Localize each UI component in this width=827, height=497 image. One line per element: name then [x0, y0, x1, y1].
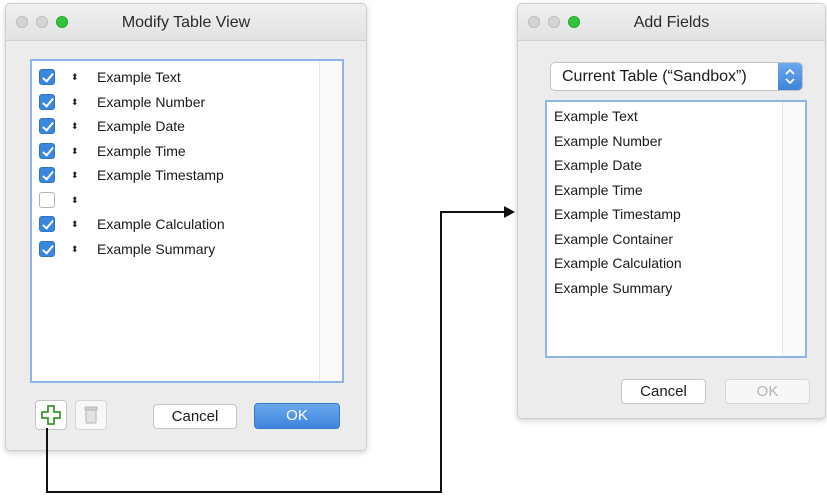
- field-visible-checkbox[interactable]: [39, 191, 55, 208]
- field-row[interactable]: ⬍ Example Calculation: [32, 214, 322, 234]
- field-row[interactable]: ⬍ Example Number: [32, 92, 322, 112]
- available-field-item[interactable]: Example Calculation: [554, 255, 682, 271]
- field-row[interactable]: ⬍ Example Timestamp: [32, 165, 322, 185]
- field-row-label: Example Timestamp: [97, 167, 224, 183]
- field-visible-checkbox[interactable]: [39, 216, 55, 232]
- select-stepper-icon: [778, 63, 802, 90]
- field-visible-checkbox[interactable]: [39, 240, 55, 257]
- field-row-label: Example Text: [97, 69, 181, 85]
- add-fields-cancel-button[interactable]: Cancel: [621, 379, 706, 404]
- cancel-button[interactable]: Cancel: [153, 404, 237, 429]
- field-row-label: Example Summary: [97, 240, 216, 257]
- available-field-item[interactable]: Example Number: [554, 133, 662, 149]
- available-field-item[interactable]: Example Timestamp: [554, 206, 681, 222]
- add-field-button[interactable]: [35, 400, 67, 430]
- reorder-handle-icon[interactable]: ⬍: [71, 116, 79, 136]
- field-row-label: Example Time: [97, 142, 186, 159]
- table-select-value: Current Table (“Sandbox”): [562, 68, 747, 85]
- available-field-item[interactable]: Example Time: [554, 182, 643, 198]
- modify-window-title: Modify Table View: [121, 14, 251, 31]
- field-visible-checkbox[interactable]: [39, 93, 55, 110]
- field-visible-checkbox[interactable]: [39, 142, 55, 159]
- reorder-handle-icon[interactable]: ⬍: [71, 92, 79, 112]
- table-select[interactable]: Current Table (“Sandbox”): [550, 62, 803, 91]
- add-fields-window: Add Fields Current Table (“Sandbox”) Exa…: [517, 3, 826, 419]
- available-field-item[interactable]: Example Text: [554, 108, 638, 124]
- modify-table-view-window: Modify Table View ⬍ Example Text ⬍ Example …: [5, 3, 367, 451]
- reorder-handle-icon[interactable]: ⬍: [71, 190, 79, 210]
- field-row[interactable]: ⬍ Example Time: [32, 141, 322, 161]
- available-field-item[interactable]: Example Date: [554, 157, 642, 173]
- field-visible-checkbox[interactable]: [39, 69, 55, 85]
- field-row[interactable]: ⬍ Example Summary: [32, 239, 322, 259]
- reorder-handle-icon[interactable]: ⬍: [71, 214, 79, 234]
- field-row[interactable]: ⬍ Example Text: [32, 67, 322, 87]
- reorder-handle-icon[interactable]: ⬍: [71, 239, 79, 259]
- add-fields-titlebar: Add Fields: [518, 4, 825, 41]
- reorder-handle-icon[interactable]: ⬍: [71, 141, 79, 161]
- field-row-label: Example Number: [97, 93, 206, 110]
- delete-field-button[interactable]: [75, 400, 107, 430]
- field-visible-checkbox[interactable]: [39, 167, 55, 183]
- available-fields-list[interactable]: Example Text Example Number Example Date Ex…: [545, 100, 807, 358]
- field-row-label: Example Calculation: [97, 216, 225, 232]
- modify-window-titlebar: Modify Table View: [6, 4, 366, 41]
- add-fields-title: Add Fields: [633, 14, 710, 31]
- available-field-item[interactable]: Example Summary: [554, 280, 672, 296]
- plus-icon: [41, 405, 61, 425]
- field-row[interactable]: ⬍ Example Date: [32, 116, 322, 136]
- field-row-label: Example Date: [97, 118, 185, 134]
- field-row[interactable]: ⬍: [32, 190, 322, 210]
- available-field-item[interactable]: Example Container: [554, 231, 673, 247]
- ok-button[interactable]: OK: [254, 403, 340, 429]
- trash-icon: [84, 406, 98, 424]
- field-visible-checkbox[interactable]: [39, 118, 55, 134]
- flow-arrow-head: [504, 206, 515, 218]
- field-list[interactable]: ⬍ Example Text ⬍ Example Number ⬍ Example Dat…: [30, 59, 344, 383]
- reorder-handle-icon[interactable]: ⬍: [71, 67, 79, 87]
- field-list-scrollbar[interactable]: [319, 61, 342, 381]
- add-fields-ok-button[interactable]: OK: [725, 379, 810, 404]
- available-fields-scrollbar[interactable]: [782, 102, 805, 356]
- reorder-handle-icon[interactable]: ⬍: [71, 165, 79, 185]
